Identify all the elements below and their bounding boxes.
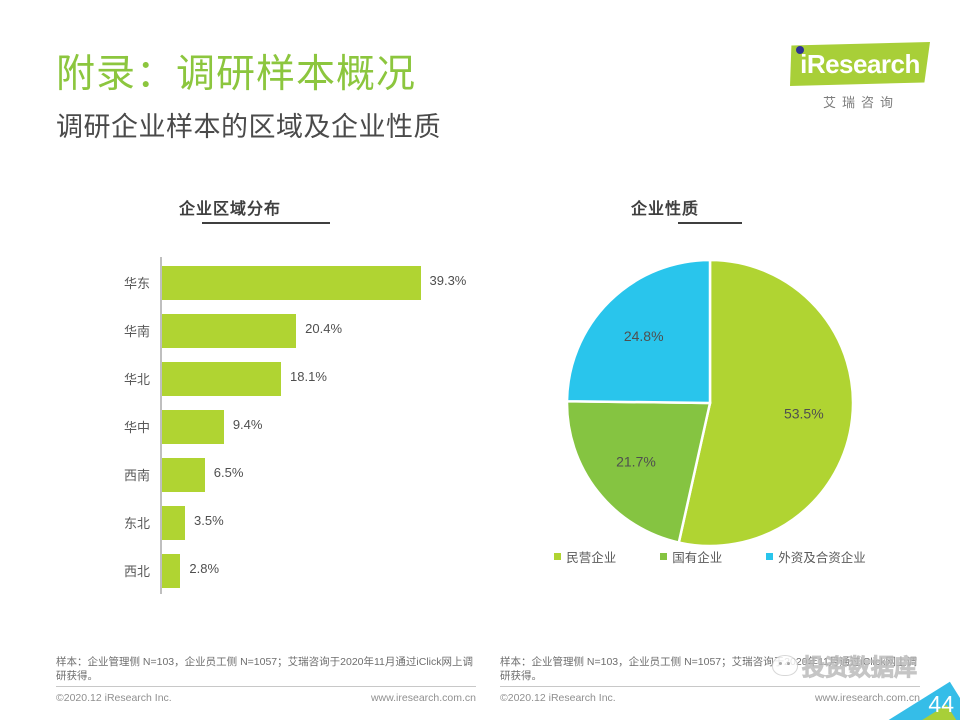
bar-category-label: 东北 — [123, 516, 150, 531]
footer-right-copyright: ©2020.12 iResearch Inc. — [500, 692, 616, 704]
pie-chart-title-underline — [678, 222, 742, 224]
bar-category-label: 华北 — [123, 372, 150, 387]
pie-chart-panel: 企业性质 53.5% 21.7% 24.8% 民营企业 国有企业 外资及合资企业 — [500, 195, 920, 625]
iresearch-logo: iResearch 艾瑞咨询 — [772, 40, 932, 120]
bar-chart-panel: 企业区域分布 华东 39.3% 华南 20.4% 华北 18.1% 华中 9.4% 西南 6.5%… — [56, 195, 476, 625]
bar-row: 东北 3.5% — [56, 499, 476, 547]
bar-category-label: 华中 — [123, 420, 150, 435]
bar-category-label: 西南 — [123, 468, 150, 483]
bar-row: 华中 9.4% — [56, 403, 476, 451]
footer-right-divider — [500, 686, 920, 687]
bar-rect[interactable] — [162, 410, 224, 444]
bar-rect[interactable] — [162, 362, 282, 396]
footer-right: 样本：企业管理侧 N=103，企业员工侧 N=1057；艾瑞咨询于2020年11… — [500, 655, 920, 704]
bar-row: 西南 6.5% — [56, 451, 476, 499]
footer-left: 样本：企业管理侧 N=103，企业员工侧 N=1057；艾瑞咨询于2020年11… — [56, 655, 476, 704]
page-number-corner: 44 — [872, 646, 960, 720]
pie-chart-title: 企业性质 — [630, 201, 699, 218]
bar-chart-title-underline — [202, 222, 330, 224]
pie-chart-plot: 53.5% 21.7% 24.8% — [500, 253, 920, 563]
logo-wordmark: iResearch — [800, 49, 920, 79]
bar-rect[interactable] — [162, 314, 297, 348]
page-subtitle: 调研企业样本的区域及企业性质 — [56, 112, 441, 142]
legend-swatch — [766, 553, 774, 560]
bar-value-label: 39.3% — [429, 273, 467, 288]
bar-chart-plot: 华东 39.3% 华南 20.4% 华北 18.1% 华中 9.4% 西南 6.5% 东北 3.5% 西… — [56, 255, 476, 600]
logo-chinese-name: 艾瑞咨询 — [822, 95, 899, 110]
bar-category-label: 华东 — [123, 276, 150, 291]
legend-item[interactable]: 民营企业 — [554, 547, 616, 566]
bar-row: 华北 18.1% — [56, 355, 476, 403]
logo-dot-icon — [796, 46, 804, 54]
bar-rect[interactable] — [162, 458, 205, 492]
bar-category-label: 华南 — [123, 324, 150, 339]
footer-left-divider — [56, 686, 476, 687]
pie-chart-svg: 53.5% 21.7% 24.8% — [565, 258, 855, 548]
bar-row: 西北 2.8% — [56, 547, 476, 595]
footer-left-copyright: ©2020.12 iResearch Inc. — [56, 692, 172, 704]
page-header: 附录：调研样本概况 调研企业样本的区域及企业性质 iResearch 艾瑞咨询 — [0, 0, 960, 160]
bar-row: 华东 39.3% — [56, 259, 476, 307]
legend-item[interactable]: 外资及合资企业 — [766, 547, 866, 566]
legend-label: 民营企业 — [566, 551, 617, 565]
bar-category-label: 西北 — [123, 564, 150, 579]
footer-left-website[interactable]: www.iresearch.com.cn — [371, 692, 476, 704]
bar-chart-title: 企业区域分布 — [178, 201, 281, 218]
logo-mark: iResearch — [772, 40, 932, 90]
page-title: 附录：调研样本概况 — [56, 53, 417, 96]
bar-rect[interactable] — [162, 266, 421, 300]
bar-value-label: 18.1% — [290, 369, 327, 384]
bar-value-label: 20.4% — [305, 321, 343, 336]
pie-value-label: 21.7% — [616, 454, 656, 470]
bar-rect[interactable] — [162, 554, 181, 588]
pie-chart-legend: 民营企业 国有企业 外资及合资企业 — [500, 547, 920, 566]
bar-rect[interactable] — [162, 506, 186, 540]
legend-swatch — [660, 553, 668, 560]
legend-label: 国有企业 — [672, 551, 723, 565]
bar-value-label: 3.5% — [194, 513, 224, 528]
footer-left-sample-note: 样本：企业管理侧 N=103，企业员工侧 N=1057；艾瑞咨询于2020年11… — [56, 656, 473, 682]
pie-value-label: 24.8% — [624, 328, 664, 344]
page-number: 44 — [928, 691, 954, 717]
footer-right-sample-note: 样本：企业管理侧 N=103，企业员工侧 N=1057；艾瑞咨询于2020年11… — [500, 656, 917, 682]
pie-value-label: 53.5% — [784, 405, 824, 421]
bar-value-label: 6.5% — [213, 465, 244, 480]
legend-swatch — [554, 553, 562, 560]
bar-value-label: 2.8% — [189, 561, 220, 576]
bar-row: 华南 20.4% — [56, 307, 476, 355]
legend-label: 外资及合资企业 — [778, 551, 866, 565]
legend-item[interactable]: 国有企业 — [660, 547, 722, 566]
bar-value-label: 9.4% — [232, 417, 263, 432]
